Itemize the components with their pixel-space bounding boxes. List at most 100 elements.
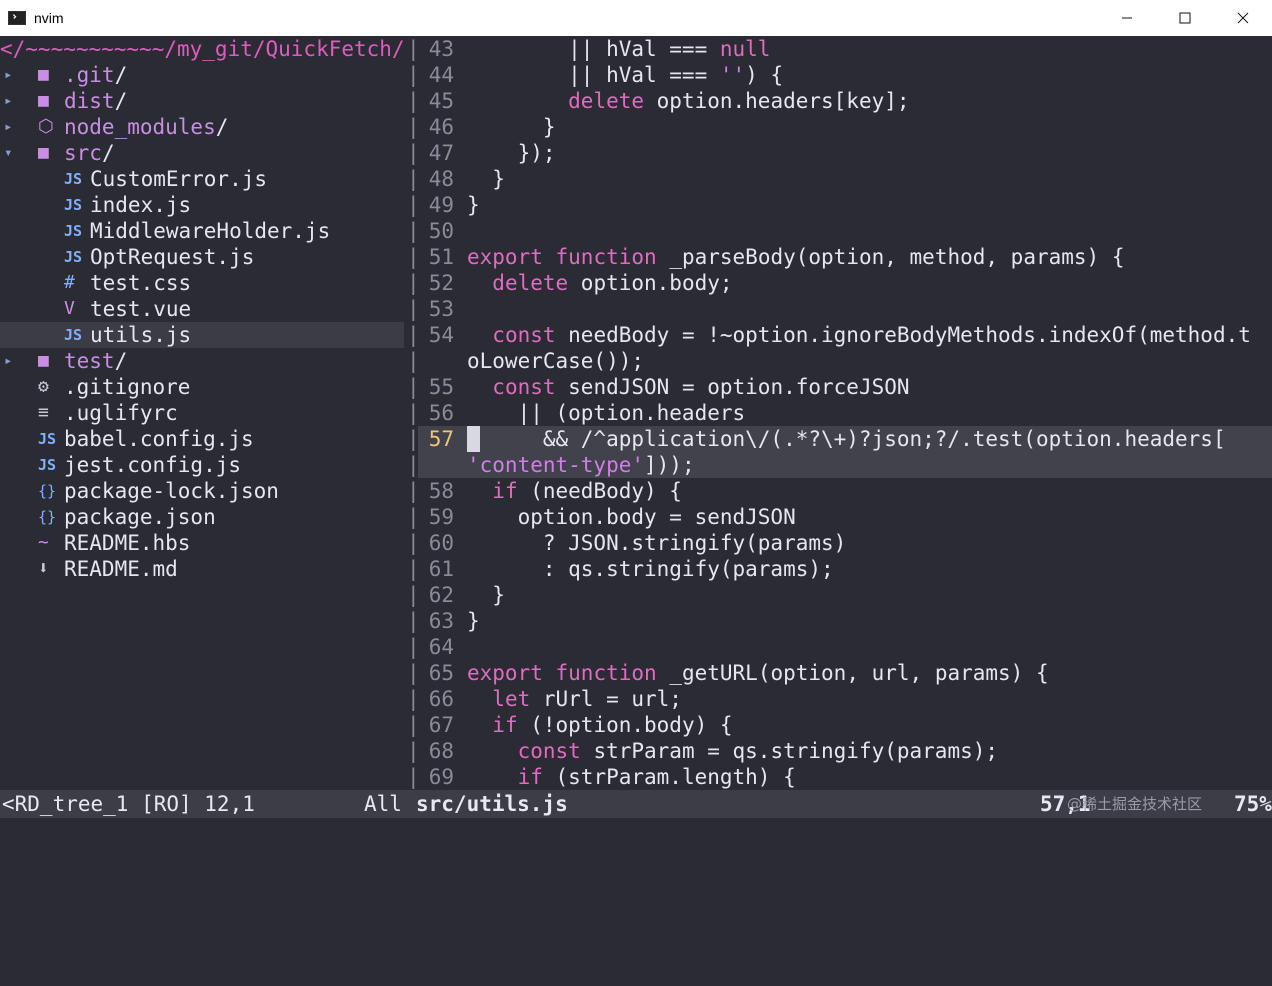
status-filename: src/utils.js	[416, 792, 568, 816]
tree-item-test-css[interactable]: # test.css	[0, 270, 404, 296]
code-line[interactable]: 49}	[418, 192, 1272, 218]
tree-item-src[interactable]: ■ src /	[0, 140, 404, 166]
tree-item-test[interactable]: ■ test /	[0, 348, 404, 374]
code-line[interactable]: 51 export function _parseBody(option, met…	[418, 244, 1272, 270]
code-line[interactable]: 64	[418, 634, 1272, 660]
code-line[interactable]: 63}	[418, 608, 1272, 634]
command-line[interactable]	[0, 818, 1272, 839]
minimize-button[interactable]	[1098, 0, 1156, 36]
watermark: @稀土掘金技术社区	[1066, 795, 1202, 813]
code-line[interactable]: 50	[418, 218, 1272, 244]
line-number: 48	[428, 167, 454, 191]
code-text: && /^application\/(.*?\+)?json;?/.test(o…	[467, 426, 1226, 452]
code-text: 'content-type']));	[467, 452, 695, 478]
handlebars-icon: ~	[38, 532, 49, 553]
line-number: 67	[428, 713, 454, 737]
code-line[interactable]: 61 : qs.stringify(params);	[418, 556, 1272, 582]
window-separator: | | | | | | | | | | | | | | | | | | | | | | | | | | | | |	[404, 36, 420, 790]
code-line[interactable]: 69 if (strParam.length) {	[418, 764, 1272, 790]
tree-item-gitignore[interactable]: ⚙ .gitignore	[0, 374, 404, 400]
tree-item-label: test.vue	[90, 297, 192, 321]
code-token: }	[467, 115, 556, 139]
tree-item-uglifyrc[interactable]: ≡ .uglifyrc	[0, 400, 404, 426]
tree-root-path[interactable]: </~~~~~~~~~~~/my_git/QuickFetch/	[0, 36, 404, 62]
tree-item-label: README.md	[64, 557, 178, 581]
code-text: const sendJSON = option.forceJSON	[467, 374, 909, 400]
code-line[interactable]: 43 || hVal === null	[418, 36, 1272, 62]
line-number: 49	[428, 193, 454, 217]
close-button[interactable]	[1214, 0, 1272, 36]
js-file-icon: JS	[38, 430, 57, 448]
tree-item-dist[interactable]: ■ dist /	[0, 88, 404, 114]
code-token: }	[467, 609, 480, 633]
tree-item-babel-config-js[interactable]: JS babel.config.js	[0, 426, 404, 452]
tree-item-git[interactable]: ■ .git /	[0, 62, 404, 88]
vue-file-icon: V	[64, 298, 75, 319]
code-line[interactable]: 60 ? JSON.stringify(params)	[418, 530, 1272, 556]
tree-item-label: jest.config.js	[64, 453, 242, 477]
line-number: 56	[428, 401, 454, 425]
keyword: delete	[568, 89, 645, 113]
code-line[interactable]: 59 option.body = sendJSON	[418, 504, 1272, 530]
js-file-icon: JS	[64, 248, 83, 266]
code-line[interactable]: 48 }	[418, 166, 1272, 192]
code-pane[interactable]: 43 || hVal === null 44 || hVal === '') {4…	[418, 36, 1272, 790]
code-line[interactable]: 65 export function _getURL(option, url, p…	[418, 660, 1272, 686]
code-line[interactable]: 66 let rUrl = url;	[418, 686, 1272, 712]
tree-item-jest-config-js[interactable]: JS jest.config.js	[0, 452, 404, 478]
code-text: || hVal === null	[467, 36, 770, 62]
code-text: export function _getURL(option, url, par…	[467, 660, 1049, 686]
tree-item-package-lock-json[interactable]: {} package-lock.json	[0, 478, 404, 504]
code-line[interactable]: 44 || hVal === '') {	[418, 62, 1272, 88]
code-text: || hVal === '') {	[467, 62, 783, 88]
code-line[interactable]: 52 delete option.body;	[418, 270, 1272, 296]
tree-item-readme-hbs[interactable]: ~ README.hbs	[0, 530, 404, 556]
code-line[interactable]: oLowerCase());	[418, 348, 1272, 374]
js-file-icon: JS	[64, 222, 83, 240]
tree-item-index-js[interactable]: JS index.js	[0, 192, 404, 218]
line-number: 44	[428, 63, 454, 87]
string-literal: ''	[719, 63, 746, 87]
code-line[interactable]: 55 const sendJSON = option.forceJSON	[418, 374, 1272, 400]
code-line[interactable]: 67 if (!option.body) {	[418, 712, 1272, 738]
tree-item-test-vue[interactable]: Vtest.vue	[0, 296, 404, 322]
code-line[interactable]: 56 || (option.headers	[418, 400, 1272, 426]
terminal-icon	[8, 11, 26, 25]
code-text: : qs.stringify(params);	[467, 556, 834, 582]
code-line[interactable]: 46 }	[418, 114, 1272, 140]
editor-area[interactable]: </~~~~~~~~~~~/my_git/QuickFetch/ ▸ ■ .git /…	[0, 36, 1272, 790]
code-line[interactable]: 'content-type']));	[418, 452, 1272, 478]
tree-item-optrequest-js[interactable]: JS OptRequest.js	[0, 244, 404, 270]
status-percent: 75%	[1234, 792, 1272, 816]
maximize-button[interactable]	[1156, 0, 1214, 36]
close-icon	[1237, 12, 1249, 24]
tree-item-node-modules[interactable]: ⬡ node_modules /	[0, 114, 404, 140]
code-line[interactable]: 53	[418, 296, 1272, 322]
file-tree[interactable]: </~~~~~~~~~~~/my_git/QuickFetch/ ▸ ■ .git /…	[0, 36, 404, 790]
code-line[interactable]: 68 const strParam = qs.stringify(params)…	[418, 738, 1272, 764]
tree-item-label: .git	[64, 63, 115, 87]
code-line[interactable]: 45 delete option.headers[key];	[418, 88, 1272, 114]
code-text: });	[467, 140, 556, 166]
code-token: needBody = !~option.ignoreBodyMethods.in…	[555, 323, 1251, 347]
tree-item-utils-js[interactable]: JS utils.js	[0, 322, 404, 348]
code-line[interactable]: 58 if (needBody) {	[418, 478, 1272, 504]
tree-item-label: index.js	[90, 193, 192, 217]
tree-item-readme-md[interactable]: ⬇ README.md	[0, 556, 404, 582]
code-line[interactable]: 47 });	[418, 140, 1272, 166]
tree-item-customerror-js[interactable]: JS CustomError.js	[0, 166, 404, 192]
code-line[interactable]: 54 const needBody = !~option.ignoreBodyM…	[418, 322, 1272, 348]
tree-item-middlewareholder-js[interactable]: JS MiddlewareHolder.js	[0, 218, 404, 244]
line-number: 47	[428, 141, 454, 165]
code-token: ]));	[644, 453, 695, 477]
tree-item-package-json[interactable]: {} package.json	[0, 504, 404, 530]
code-token: ? JSON.stringify(params)	[467, 531, 847, 555]
code-line[interactable]: 57 && /^application\/(.*?\+)?json;?/.tes…	[418, 426, 1272, 452]
maximize-icon	[1179, 12, 1191, 24]
json-file-icon: {}	[38, 482, 57, 500]
code-line[interactable]: 62 }	[418, 582, 1272, 608]
gear-icon: ⚙	[38, 376, 49, 397]
